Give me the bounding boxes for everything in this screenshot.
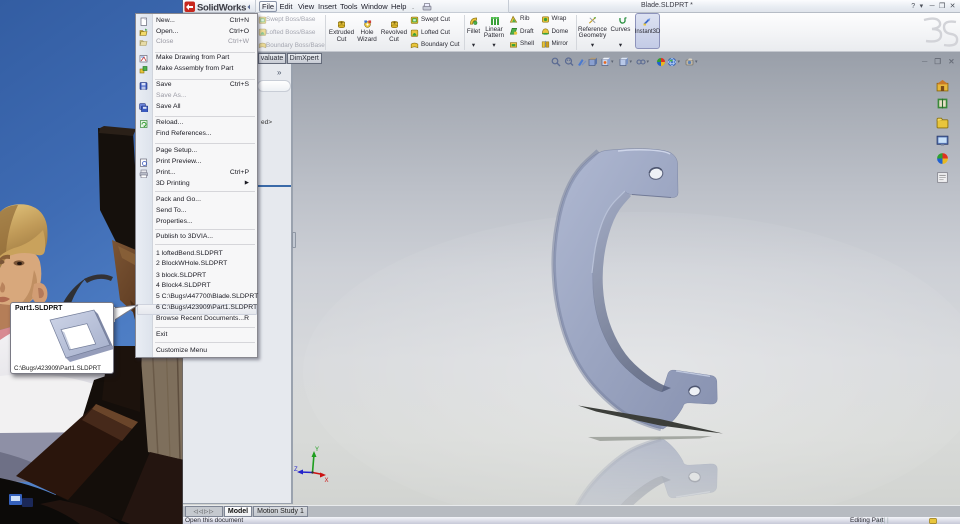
svg-text:SolidWorks: SolidWorks (197, 2, 246, 13)
svg-text:Z: Z (294, 467, 298, 473)
svg-text:Y: Y (315, 447, 319, 453)
svg-text:X: X (325, 478, 329, 484)
